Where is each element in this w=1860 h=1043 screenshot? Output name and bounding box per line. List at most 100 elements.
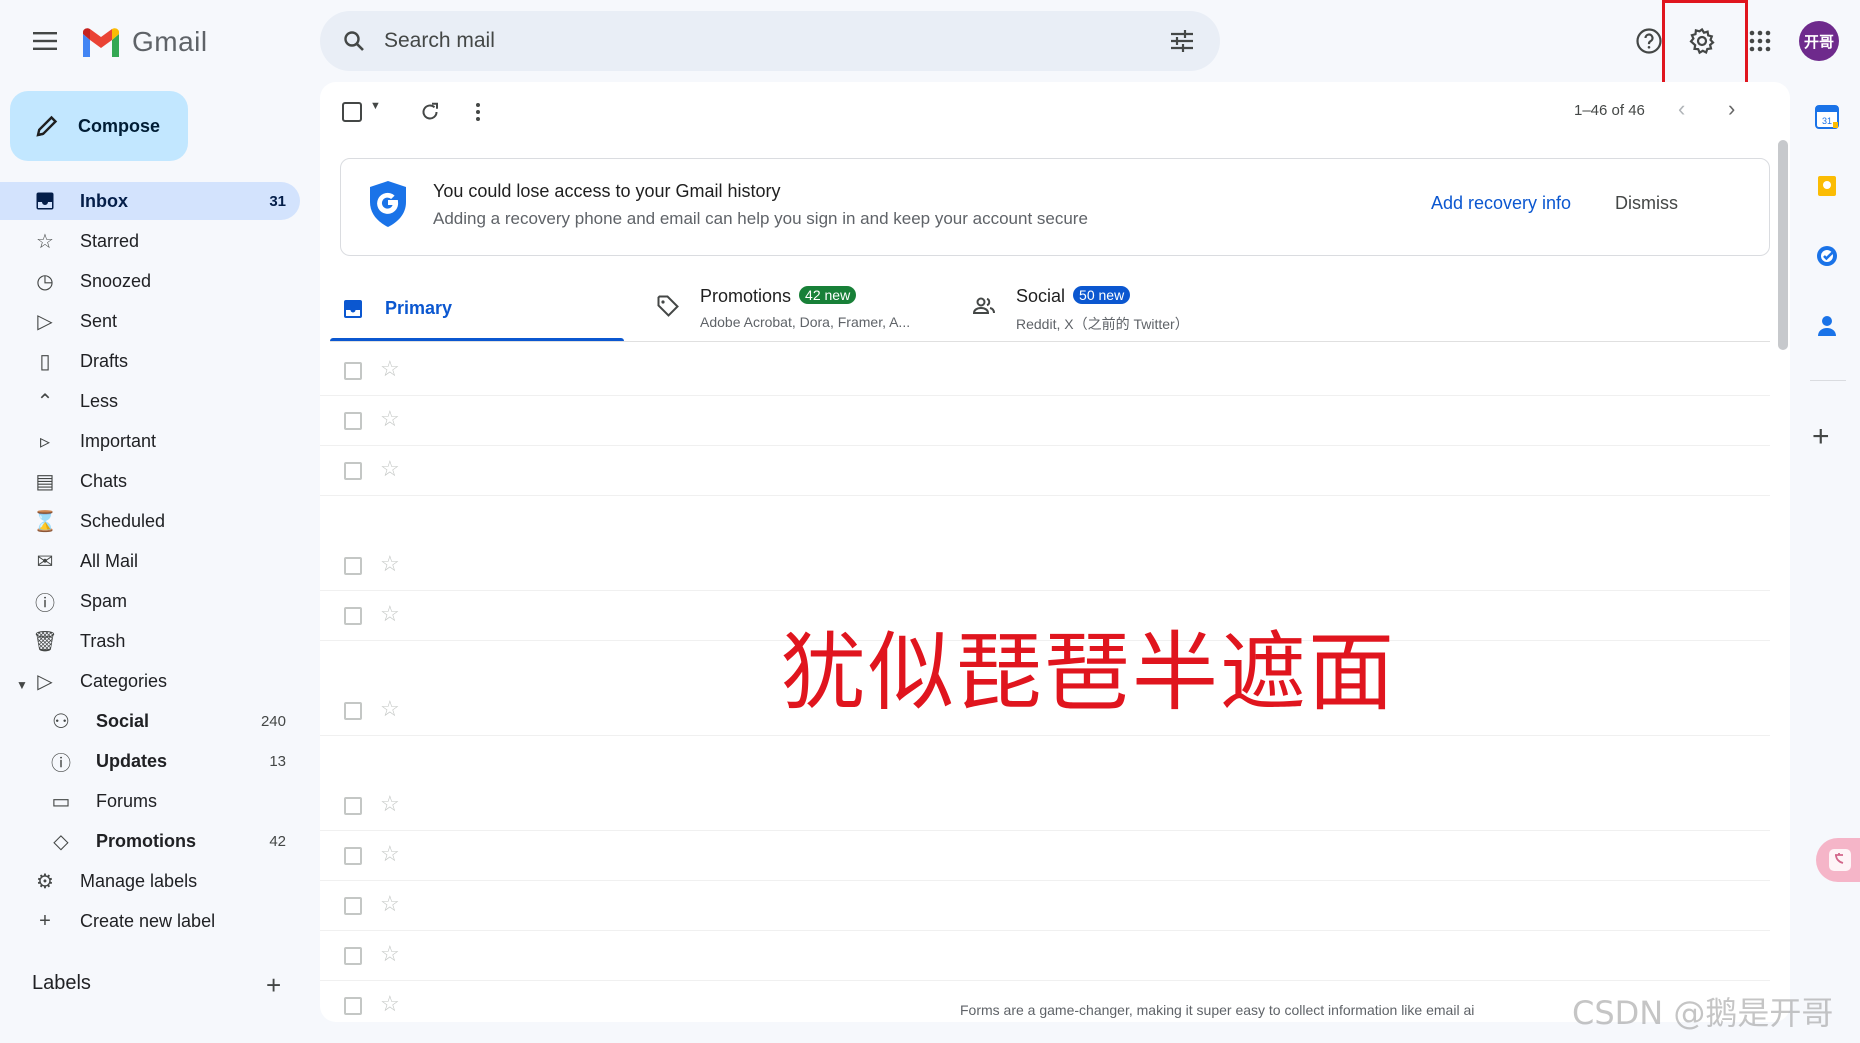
search-icon[interactable] [338, 25, 370, 57]
banner-title: You could lose access to your Gmail hist… [433, 181, 781, 201]
star-icon[interactable]: ☆ [380, 941, 400, 967]
nav-scheduled[interactable]: ⌛ Scheduled [0, 502, 300, 540]
search-bar[interactable]: Search mail [320, 11, 1220, 71]
mail-row[interactable]: ☆ [320, 446, 1770, 496]
mail-row[interactable]: ☆ [320, 396, 1770, 446]
account-avatar[interactable]: 开哥 [1799, 21, 1839, 61]
mail-row[interactable]: ☆ [320, 881, 1770, 931]
star-icon[interactable]: ☆ [380, 601, 400, 627]
add-recovery-info-button[interactable]: Add recovery info [1431, 193, 1571, 214]
clock-icon: ◷ [36, 270, 54, 293]
refresh-icon[interactable] [416, 98, 444, 126]
star-icon[interactable]: ☆ [380, 791, 400, 817]
plus-icon: + [39, 909, 51, 932]
dismiss-button[interactable]: Dismiss [1615, 193, 1678, 214]
tab-promotions[interactable]: Promotions 42 new Adobe Acrobat, Dora, Fr… [656, 278, 956, 340]
star-icon[interactable]: ☆ [380, 841, 400, 867]
inbox-icon [342, 298, 366, 322]
google-shield-icon [367, 179, 409, 229]
tag-icon [656, 294, 682, 320]
chevron-left-icon[interactable]: ‹ [1678, 96, 1685, 122]
important-icon: ▹ [39, 430, 51, 453]
nav-inbox[interactable]: Inbox 31 [0, 182, 300, 220]
nav-all-mail-label: All Mail [80, 550, 139, 571]
categories-expand-icon[interactable]: ▼ [16, 678, 28, 692]
gear-icon: ⚙ [36, 870, 54, 893]
nav-snoozed[interactable]: ◷ Snoozed [0, 262, 300, 300]
nav-sent[interactable]: ▷ Sent [0, 302, 300, 340]
star-icon[interactable]: ☆ [380, 456, 400, 482]
more-options-icon[interactable] [468, 98, 488, 126]
nav-chats-label: Chats [80, 470, 128, 491]
nav-updates-count: 13 [269, 752, 286, 770]
star-icon[interactable]: ☆ [380, 551, 400, 577]
nav-all-mail[interactable]: ✉ All Mail [0, 542, 300, 580]
nav-less[interactable]: ⌃ Less [0, 382, 300, 420]
star-icon[interactable]: ☆ [380, 991, 400, 1017]
gmail-m-icon [83, 28, 119, 57]
nav-categories[interactable]: ▷ Categories [0, 662, 300, 700]
row-checkbox[interactable] [344, 897, 362, 915]
compose-button[interactable]: Compose [10, 91, 188, 161]
mail-row[interactable]: ☆ [320, 781, 1770, 831]
nav-drafts[interactable]: ▯ Drafts [0, 342, 300, 380]
nav-create-label[interactable]: + Create new label [0, 902, 300, 940]
row-checkbox[interactable] [344, 947, 362, 965]
nav-updates[interactable]: ⓘ Updates 13 [0, 742, 300, 780]
contacts-icon[interactable] [1812, 311, 1842, 341]
row-checkbox[interactable] [344, 797, 362, 815]
nav-spam[interactable]: ⓘ Spam [0, 582, 300, 620]
row-checkbox[interactable] [344, 362, 362, 380]
nav-chats[interactable]: ▤ Chats [0, 462, 300, 500]
get-addons-icon[interactable]: + [1812, 420, 1830, 454]
nav-manage-labels[interactable]: ⚙ Manage labels [0, 862, 300, 900]
row-checkbox[interactable] [344, 462, 362, 480]
keep-icon[interactable] [1812, 171, 1842, 201]
row-checkbox[interactable] [344, 847, 362, 865]
star-icon: ☆ [36, 230, 54, 253]
scrollbar-thumb[interactable] [1778, 140, 1788, 350]
mail-row[interactable]: ☆ [320, 541, 1770, 591]
row-checkbox[interactable] [344, 702, 362, 720]
people-icon [972, 294, 998, 320]
star-icon[interactable]: ☆ [380, 356, 400, 382]
tab-primary[interactable]: Primary [330, 278, 624, 342]
select-all-checkbox[interactable] [342, 102, 362, 122]
tab-social[interactable]: Social 50 new Reddit, X（之前的 Twitter） [972, 278, 1272, 340]
mail-row[interactable]: ☆ [320, 831, 1770, 881]
star-icon[interactable]: ☆ [380, 696, 400, 722]
nav-starred[interactable]: ☆ Starred [0, 222, 300, 260]
translate-icon[interactable] [1816, 838, 1860, 882]
search-options-icon[interactable] [1166, 25, 1198, 57]
nav-important-label: Important [80, 430, 157, 451]
star-icon[interactable]: ☆ [380, 891, 400, 917]
nav-forums[interactable]: ▭ Forums [0, 782, 300, 820]
chevron-right-icon[interactable]: › [1728, 96, 1735, 122]
mail-row[interactable]: ☆ [320, 346, 1770, 396]
trash-icon: 🗑 [32, 630, 58, 653]
nav-social[interactable]: ⚇ Social 240 [0, 702, 300, 740]
row-checkbox[interactable] [344, 412, 362, 430]
select-dropdown-icon[interactable]: ▼ [370, 100, 381, 112]
row-checkbox[interactable] [344, 607, 362, 625]
row-checkbox[interactable] [344, 557, 362, 575]
google-apps-icon[interactable] [1740, 21, 1780, 61]
promotions-senders: Adobe Acrobat, Dora, Framer, A... [700, 314, 911, 330]
nav-forums-label: Forums [96, 790, 158, 811]
nav-manage-labels-label: Manage labels [80, 870, 198, 891]
mail-list-panel: ▼ 1–46 of 46 ‹ › You could lose access t… [320, 82, 1790, 1022]
nav-promotions[interactable]: ◇ Promotions 42 [0, 822, 300, 860]
mail-row[interactable]: ☆ [320, 931, 1770, 981]
tasks-icon[interactable] [1812, 241, 1842, 271]
gmail-logo[interactable]: Gmail [80, 22, 208, 62]
nav-categories-label: Categories [80, 670, 168, 691]
add-label-icon[interactable]: + [266, 970, 281, 1001]
star-icon[interactable]: ☆ [380, 406, 400, 432]
nav-trash[interactable]: 🗑 Trash [0, 622, 300, 660]
search-input[interactable]: Search mail [384, 29, 1166, 53]
calendar-icon[interactable]: 31 [1812, 102, 1842, 132]
row-checkbox[interactable] [344, 997, 362, 1015]
all-mail-icon: ✉ [36, 550, 54, 573]
nav-important[interactable]: ▹ Important [0, 422, 300, 460]
main-menu-icon[interactable] [26, 25, 66, 57]
